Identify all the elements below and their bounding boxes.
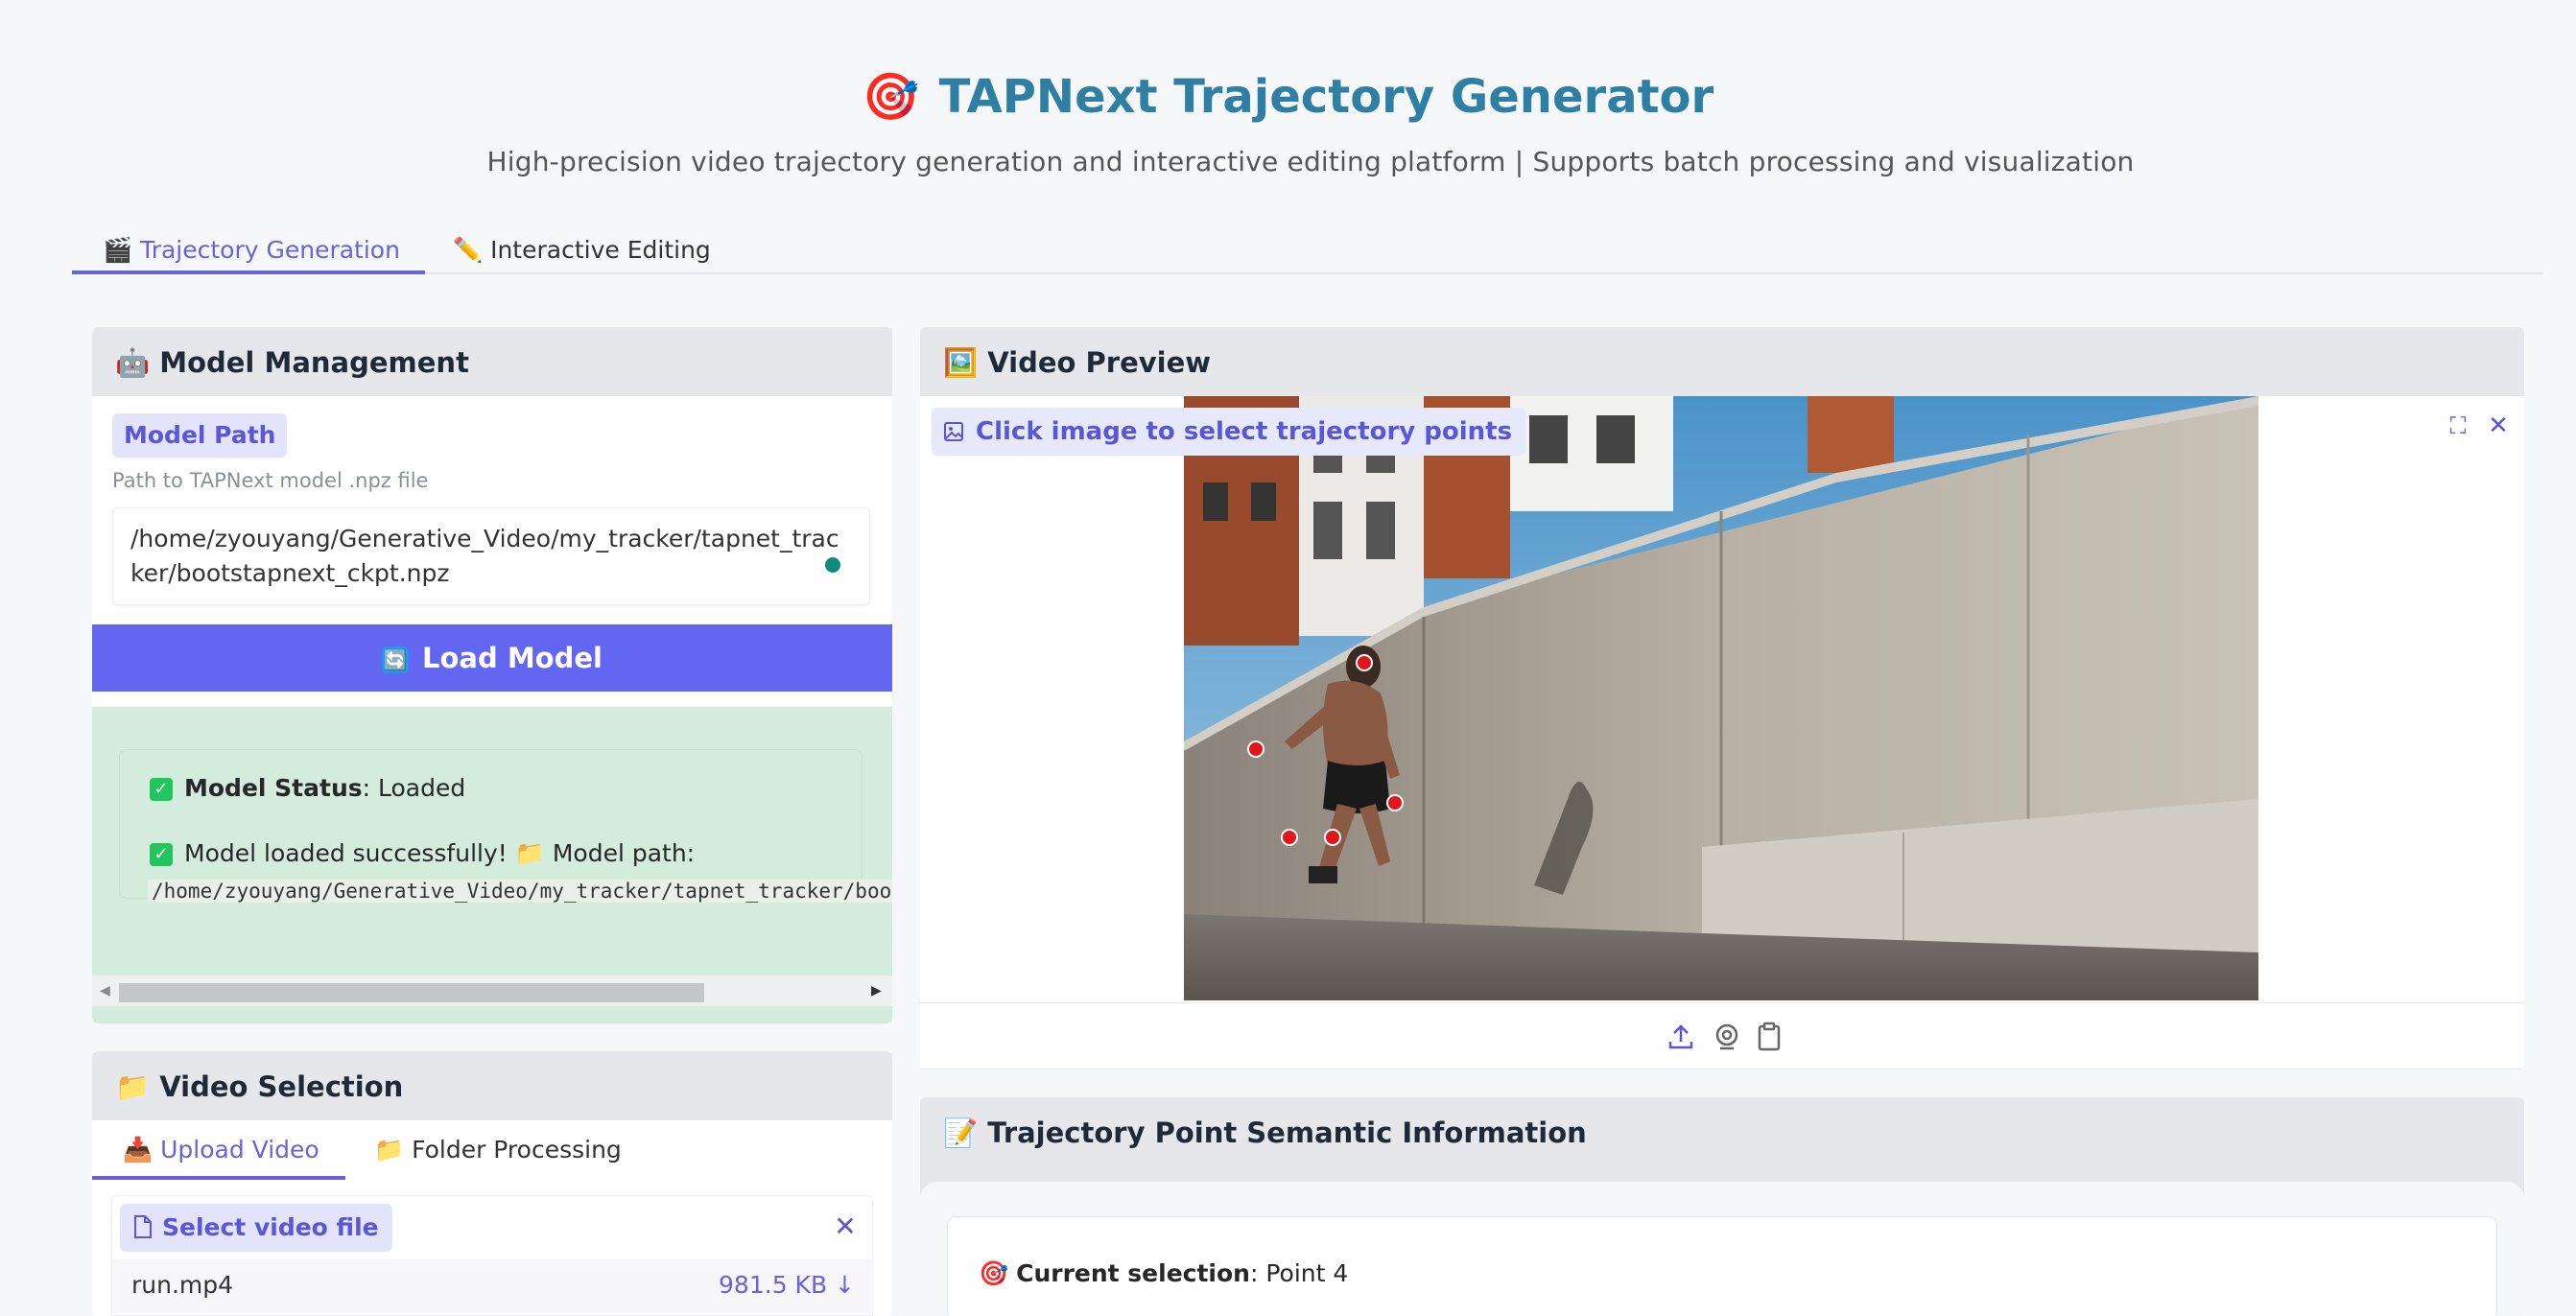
scrollbar-thumb[interactable] [119,983,704,1002]
image-instruction-label: Click image to select trajectory points [932,408,1526,456]
panel-title: Video Selection [159,1070,404,1103]
semantic-info-panel: 📝 Trajectory Point Semantic Information … [920,1097,2524,1316]
inbox-icon: 📥 [123,1136,154,1163]
panel-header: 🤖 Model Management [92,327,892,396]
close-icon[interactable]: ✕ [826,1208,864,1246]
panel-header: 📝 Trajectory Point Semantic Information [920,1097,2524,1166]
page-subtitle: High-precision video trajectory generati… [486,146,2135,177]
model-loaded-line: ✓ Model loaded successfully! 📁 Model path… [150,839,695,868]
folder-icon: 📁 [115,1070,151,1103]
panel-title: Trajectory Point Semantic Information [987,1116,1587,1149]
file-size-download[interactable]: 981.5 KB ↓ [719,1271,855,1299]
refresh-icon: 🔄 [382,646,409,673]
tab-trajectory-generation[interactable]: 🎬 Trajectory Generation [72,230,425,274]
close-icon[interactable]: ✕ [2480,408,2517,444]
video-frame-image[interactable] [1184,396,2258,1000]
file-name: run.mp4 [131,1271,234,1299]
model-path-info: Path to TAPNext model .npz file [112,469,429,492]
uploaded-file-row: run.mp4 981.5 KB ↓ [112,1259,874,1313]
pencil-icon: ✏️ [453,236,484,264]
tab-upload-video[interactable]: 📥 Upload Video [92,1128,345,1180]
clipboard-icon[interactable] [1753,1021,1785,1053]
tab-label: Trajectory Generation [140,236,400,264]
tab-bar-divider [72,272,2543,274]
target-icon: 🎯 [862,70,920,124]
scroll-left-icon[interactable]: ◀ [100,983,110,999]
panel-header: 🖼️ Video Preview [920,327,2524,396]
input-status-dot [825,557,840,573]
picture-icon: 🖼️ [943,346,979,379]
horizontal-scrollbar[interactable]: ◀ ▶ [92,975,892,1006]
model-path-label: Model Path [112,413,288,458]
video-selection-panel: 📁 Video Selection 📥 Upload Video 📁 Folde… [92,1051,892,1316]
tab-folder-processing[interactable]: 📁 Folder Processing [374,1128,662,1180]
model-management-panel: 🤖 Model Management Model Path Path to TA… [92,327,892,1023]
scroll-right-icon[interactable]: ▶ [871,983,882,999]
status-box [119,749,863,899]
loaded-model-path: /home/zyouyang/Generative_Video/my_track… [148,880,892,903]
active-tab-indicator [92,1176,345,1180]
current-selection-box: 🎯 Current selection: Point 4 [947,1216,2497,1316]
webcam-icon[interactable] [1711,1021,1743,1053]
load-model-button[interactable]: 🔄 Load Model [92,624,892,692]
image-area: Click image to select trajectory points … [920,396,2524,1000]
select-file-label: Select video file [120,1204,392,1252]
tab-label: Interactive Editing [490,236,711,264]
folder-icon: 📁 [374,1136,405,1163]
file-icon [134,1215,152,1238]
upload-icon[interactable] [1665,1021,1697,1053]
fullscreen-icon[interactable]: ⛶ [2440,408,2476,444]
checkmark-icon: ✓ [150,778,173,801]
image-icon [944,422,963,441]
active-tab-indicator [72,270,425,274]
tab-interactive-editing[interactable]: ✏️ Interactive Editing [453,230,741,274]
video-preview-panel: 🖼️ Video Preview Click image to select t… [920,327,2524,1070]
memo-icon: 📝 [943,1116,979,1149]
target-icon: 🎯 [979,1259,1009,1287]
current-selection-text: 🎯 Current selection: Point 4 [979,1259,1349,1287]
model-path-input[interactable]: /home/zyouyang/Generative_Video/my_track… [112,507,870,605]
image-source-toolbar [920,1002,2524,1069]
folder-icon: 📁 [514,839,545,867]
panel-title: Video Preview [987,346,1212,379]
checkmark-icon: ✓ [150,843,173,866]
model-status-line: ✓ Model Status: Loaded [150,774,465,802]
panel-header: 📁 Video Selection [92,1051,892,1120]
clapper-icon: 🎬 [103,236,133,264]
file-upload-box[interactable]: Select video file ✕ run.mp4 981.5 KB ↓ [111,1195,874,1316]
panel-title: Model Management [159,346,469,379]
robot-icon: 🤖 [115,346,151,379]
page-title: 🎯 TAPNext Trajectory Generator [862,70,1714,124]
